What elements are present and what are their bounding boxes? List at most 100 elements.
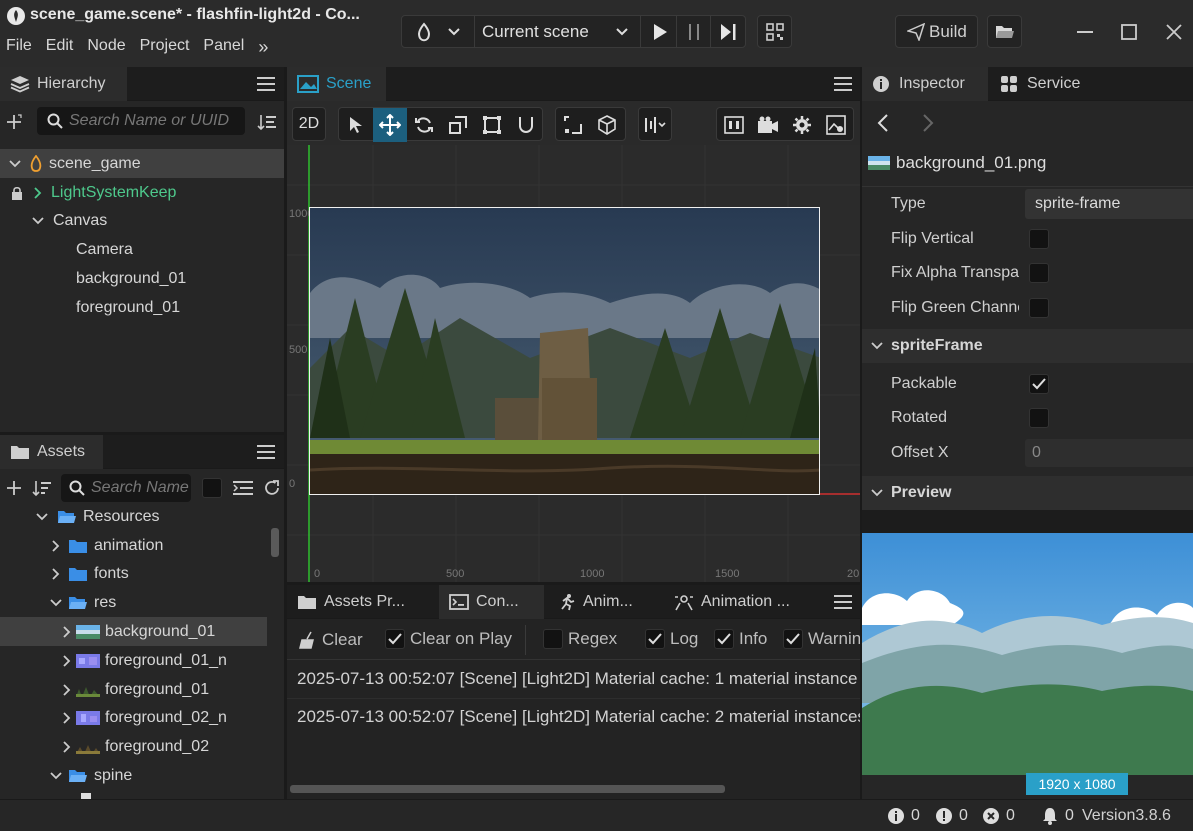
add-node-icon[interactable] <box>3 111 25 133</box>
chevron-down-icon[interactable] <box>50 597 62 609</box>
checkbox[interactable] <box>1029 408 1049 428</box>
tab-scene[interactable]: Scene <box>287 67 386 101</box>
console-clear-button[interactable]: Clear <box>299 629 363 651</box>
asset-folder-resources[interactable]: Resources <box>0 502 284 531</box>
local-global-icon[interactable] <box>592 110 622 140</box>
menu-node[interactable]: Node <box>87 37 125 58</box>
maximize-icon[interactable] <box>1117 20 1141 44</box>
menu-file[interactable]: File <box>6 37 32 58</box>
checkbox[interactable] <box>783 629 803 649</box>
back-arrow-icon[interactable] <box>872 112 894 134</box>
tab-inspector[interactable]: Inspector <box>862 67 988 101</box>
qr-preview-button[interactable] <box>757 15 792 48</box>
type-select[interactable]: sprite-frame <box>1025 189 1193 219</box>
checkbox[interactable] <box>1029 374 1049 394</box>
camera-icon[interactable] <box>753 110 783 140</box>
filter-regex[interactable]: Regex <box>543 629 617 649</box>
play-icon[interactable] <box>648 21 672 43</box>
scene-gizmo-icon[interactable] <box>719 110 749 140</box>
chevron-right-icon[interactable] <box>50 567 62 580</box>
asset-folder-spine[interactable]: spine <box>0 761 284 790</box>
status-notifications[interactable]: 0 <box>1041 807 1074 825</box>
chevron-down-icon[interactable] <box>50 770 62 782</box>
checkbox[interactable] <box>1029 229 1049 249</box>
scale-tool-icon[interactable] <box>443 110 473 140</box>
minimize-icon[interactable] <box>1073 20 1097 44</box>
offset-x-input[interactable]: 0 <box>1025 439 1193 467</box>
filter-clear-on-play[interactable]: Clear on Play <box>385 629 512 649</box>
filter-log[interactable]: Log <box>645 629 698 649</box>
mode-2d-button[interactable]: 2D <box>292 107 326 141</box>
assets-scrollbar[interactable] <box>271 528 279 557</box>
chevron-down-icon[interactable] <box>9 158 21 170</box>
chevron-right-icon[interactable] <box>50 539 62 552</box>
pivot-icon[interactable] <box>558 110 588 140</box>
game-canvas-preview[interactable] <box>309 207 820 495</box>
tree-node-scene-game[interactable]: scene_game <box>0 149 284 178</box>
tree-node-light-system-keep[interactable]: LightSystemKeep <box>0 178 284 207</box>
asset-folder-res[interactable]: res <box>0 588 284 617</box>
lock-icon[interactable] <box>11 186 23 200</box>
chevron-right-icon[interactable] <box>61 740 73 753</box>
collapse-all-icon[interactable] <box>232 477 254 499</box>
tab-service[interactable]: Service <box>990 67 1101 101</box>
move-tool-icon[interactable] <box>373 108 407 142</box>
close-icon[interactable] <box>1162 20 1186 44</box>
menu-panel[interactable]: Panel <box>203 37 244 58</box>
menu-edit[interactable]: Edit <box>46 37 74 58</box>
checkbox[interactable] <box>714 629 734 649</box>
scene-viewport[interactable]: 1000 500 0 0 500 1000 1500 20 <box>287 145 860 582</box>
tab-assets-preview[interactable]: Assets Pr... <box>287 585 437 619</box>
tab-assets[interactable]: Assets <box>0 435 103 469</box>
tab-animation-2[interactable]: Animation ... <box>664 585 824 619</box>
engine-logo-icon[interactable] <box>412 21 436 43</box>
filter-warning[interactable]: Warnin <box>783 629 860 649</box>
checkbox[interactable] <box>1029 298 1049 318</box>
tab-console[interactable]: Con... <box>439 585 544 619</box>
step-icon[interactable] <box>716 21 740 43</box>
rotate-tool-icon[interactable] <box>409 110 439 140</box>
refresh-icon[interactable] <box>261 477 283 499</box>
section-sprite-frame[interactable]: spriteFrame <box>862 329 1193 363</box>
scene-select-chevron-icon[interactable] <box>614 21 630 43</box>
add-asset-icon[interactable] <box>3 477 25 499</box>
assets-filter-checkbox[interactable] <box>202 478 222 498</box>
scene-menu-icon[interactable] <box>832 75 854 93</box>
align-icon[interactable] <box>641 110 671 140</box>
checkbox[interactable] <box>1029 263 1049 283</box>
sort-assets-icon[interactable] <box>31 477 53 499</box>
asset-folder-animation[interactable]: animation <box>0 531 284 560</box>
image-settings-icon[interactable] <box>821 110 851 140</box>
pause-icon[interactable] <box>682 21 706 43</box>
console-menu-icon[interactable] <box>832 593 854 611</box>
asset-file-foreground-01-n[interactable]: foreground_01_n <box>0 646 284 675</box>
assets-search-input[interactable]: Search Name <box>91 479 189 497</box>
assets-menu-icon[interactable] <box>255 443 277 461</box>
build-button[interactable]: Build <box>895 15 978 48</box>
asset-file-foreground-02-n[interactable]: foreground_02_n <box>0 703 284 732</box>
tab-hierarchy[interactable]: Hierarchy <box>0 67 127 101</box>
hierarchy-search-input[interactable]: Search Name or UUID <box>69 112 229 130</box>
checkbox[interactable] <box>543 629 563 649</box>
sort-icon[interactable] <box>256 111 278 133</box>
checkbox[interactable] <box>385 629 405 649</box>
hierarchy-search[interactable]: Search Name or UUID <box>37 107 245 135</box>
snap-tool-icon[interactable] <box>511 110 541 140</box>
console-hscrollbar[interactable] <box>290 785 725 793</box>
menu-overflow-icon[interactable]: » <box>258 37 268 58</box>
chevron-down-icon[interactable] <box>32 215 44 227</box>
scene-select[interactable]: Current scene <box>482 22 589 42</box>
chevron-down-icon[interactable] <box>36 511 48 523</box>
chevron-right-icon[interactable] <box>61 625 73 638</box>
asset-file-foreground-02[interactable]: foreground_02 <box>0 732 284 761</box>
checkbox[interactable] <box>645 629 665 649</box>
rect-tool-icon[interactable] <box>477 110 507 140</box>
select-tool-icon[interactable] <box>341 110 371 140</box>
tree-node-canvas[interactable]: Canvas <box>0 206 284 235</box>
hierarchy-menu-icon[interactable] <box>255 75 277 93</box>
chevron-right-icon[interactable] <box>61 683 73 696</box>
asset-file-background-01[interactable]: background_01 <box>0 617 267 646</box>
section-preview[interactable]: Preview <box>862 476 1193 510</box>
asset-folder-fonts[interactable]: fonts <box>0 559 284 588</box>
tree-node-camera[interactable]: Camera <box>0 235 284 264</box>
